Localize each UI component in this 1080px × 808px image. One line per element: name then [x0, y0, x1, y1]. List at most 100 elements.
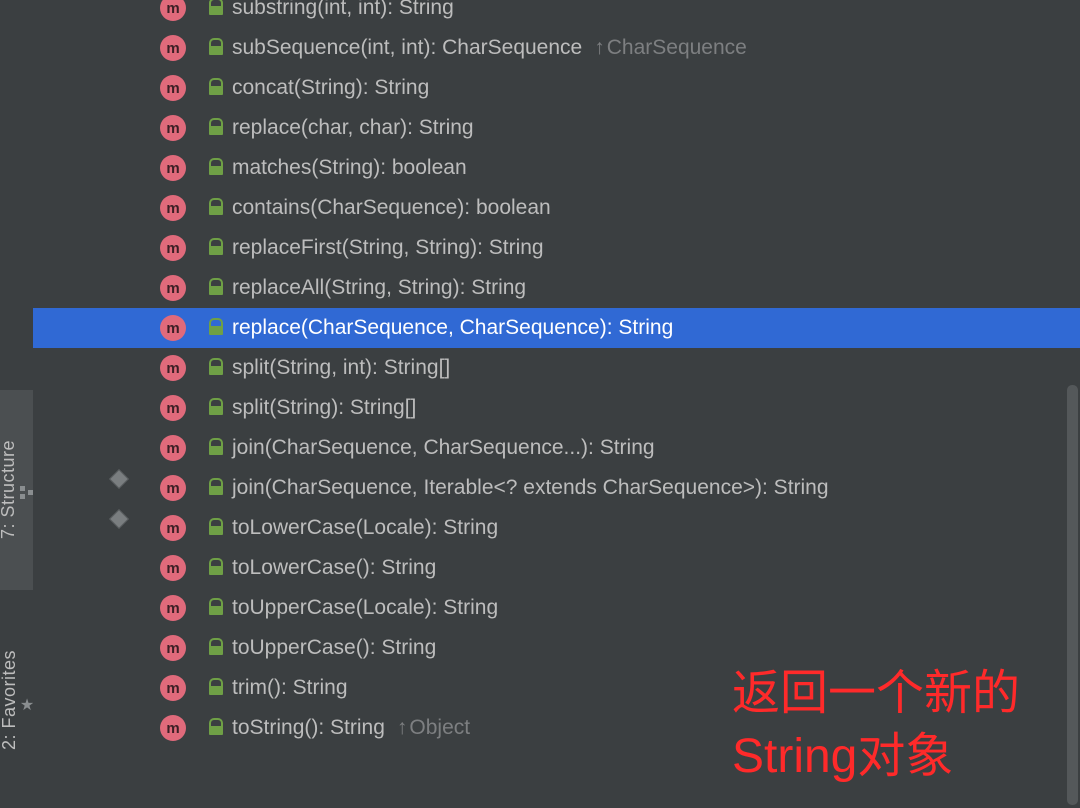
method-icon: m	[160, 275, 186, 301]
scrollbar-thumb[interactable]	[1067, 385, 1078, 805]
public-lock-icon	[208, 280, 224, 296]
method-signature: trim(): String	[232, 676, 348, 700]
public-lock-icon	[208, 200, 224, 216]
method-row[interactable]: m matches(String): boolean	[33, 148, 1080, 188]
method-signature: join(CharSequence, CharSequence...): Str…	[232, 436, 655, 460]
method-icon: m	[160, 675, 186, 701]
public-lock-icon	[208, 360, 224, 376]
method-icon: m	[160, 115, 186, 141]
public-lock-icon	[208, 320, 224, 336]
method-row[interactable]: m replace(char, char): String	[33, 108, 1080, 148]
modifier-slot	[194, 155, 200, 181]
favorites-label: 2: Favorites	[0, 650, 20, 750]
method-signature: matches(String): boolean	[232, 156, 467, 180]
annotation-line: 返回一个新的	[732, 663, 1020, 725]
method-row[interactable]: m split(String): String[]	[33, 388, 1080, 428]
modifier-slot	[194, 675, 200, 701]
method-icon: m	[160, 75, 186, 101]
method-row[interactable]: m replace(CharSequence, CharSequence): St…	[33, 308, 1080, 348]
modifier-slot	[194, 395, 200, 421]
method-signature: toString(): String	[232, 716, 385, 740]
method-list[interactable]: m substring(int, int): String m subSequence…	[33, 0, 1080, 748]
method-row[interactable]: m replaceAll(String, String): String	[33, 268, 1080, 308]
method-icon: m	[160, 715, 186, 741]
public-lock-icon	[208, 40, 224, 56]
method-row[interactable]: mtoUpperCase(): String	[33, 628, 1080, 668]
modifier-slot	[194, 35, 200, 61]
method-icon: m	[160, 435, 186, 461]
method-row[interactable]: m subSequence(int, int): CharSequence Char…	[33, 28, 1080, 68]
method-signature: join(CharSequence, Iterable<? extends Ch…	[232, 476, 829, 500]
method-icon: m	[160, 155, 186, 181]
inherited-from: CharSequence	[594, 36, 747, 60]
modifier-slot	[194, 0, 200, 21]
modifier-slot	[194, 115, 200, 141]
public-lock-icon	[208, 600, 224, 616]
method-row[interactable]: m replaceFirst(String, String): String	[33, 228, 1080, 268]
method-signature: split(String, int): String[]	[232, 356, 450, 380]
method-signature: split(String): String[]	[232, 396, 416, 420]
method-icon: m	[160, 315, 186, 341]
method-signature: replaceAll(String, String): String	[232, 276, 526, 300]
method-signature: replace(CharSequence, CharSequence): Str…	[232, 316, 673, 340]
modifier-slot	[194, 435, 200, 461]
method-icon: m	[160, 395, 186, 421]
modifier-slot	[194, 315, 200, 341]
method-signature: concat(String): String	[232, 76, 429, 100]
modifier-slot	[194, 715, 200, 741]
method-row[interactable]: mtoLowerCase(): String	[33, 548, 1080, 588]
method-icon: m	[160, 195, 186, 221]
modifier-slot	[194, 475, 200, 501]
modifier-slot	[194, 595, 200, 621]
public-lock-icon	[208, 480, 224, 496]
modifier-slot	[194, 75, 200, 101]
public-lock-icon	[208, 440, 224, 456]
method-row[interactable]: m join(CharSequence, CharSequence...): St…	[33, 428, 1080, 468]
method-row[interactable]: m substring(int, int): String	[33, 0, 1080, 28]
public-lock-icon	[208, 680, 224, 696]
method-row[interactable]: m toUpperCase(Locale): String	[33, 588, 1080, 628]
public-lock-icon	[208, 240, 224, 256]
public-lock-icon	[208, 560, 224, 576]
public-lock-icon	[208, 720, 224, 736]
method-icon: m	[160, 35, 186, 61]
public-lock-icon	[208, 0, 224, 16]
public-lock-icon	[208, 160, 224, 176]
public-lock-icon	[208, 80, 224, 96]
structure-label: 7: Structure	[0, 440, 19, 539]
method-signature: substring(int, int): String	[232, 0, 454, 20]
structure-panel: m substring(int, int): String m subSequence…	[33, 0, 1080, 808]
method-row[interactable]: m contains(CharSequence): boolean	[33, 188, 1080, 228]
modifier-slot	[194, 515, 200, 541]
method-signature: toUpperCase(Locale): String	[232, 596, 498, 620]
inherited-from: Object	[397, 716, 470, 740]
tool-window-strip: 7: Structure 2: Favorites ★	[0, 0, 33, 808]
method-icon: m	[160, 595, 186, 621]
method-icon: m	[160, 235, 186, 261]
favorites-tool-button[interactable]: 2: Favorites ★	[0, 600, 33, 800]
method-signature: toUpperCase(): String	[232, 636, 436, 660]
method-signature: replace(char, char): String	[232, 116, 474, 140]
method-icon: m	[160, 0, 186, 21]
method-row[interactable]: mtoLowerCase(Locale): String	[33, 508, 1080, 548]
modifier-slot	[194, 235, 200, 261]
method-icon: m	[160, 355, 186, 381]
method-signature: replaceFirst(String, String): String	[232, 236, 544, 260]
annotation-overlay: 返回一个新的 String对象	[732, 663, 1020, 788]
method-row[interactable]: m concat(String): String	[33, 68, 1080, 108]
public-lock-icon	[208, 520, 224, 536]
app-root: 7: Structure 2: Favorites ★ m substring(i…	[0, 0, 1080, 808]
method-signature: subSequence(int, int): CharSequence	[232, 36, 582, 60]
public-lock-icon	[208, 400, 224, 416]
modifier-slot	[194, 635, 200, 661]
modifier-slot	[194, 355, 200, 381]
public-lock-icon	[208, 640, 224, 656]
method-icon: m	[160, 475, 186, 501]
method-row[interactable]: m join(CharSequence, Iterable<? extends C…	[33, 468, 1080, 508]
method-signature: contains(CharSequence): boolean	[232, 196, 551, 220]
method-signature: toLowerCase(Locale): String	[232, 516, 498, 540]
structure-tool-button[interactable]: 7: Structure	[0, 390, 33, 590]
method-icon: m	[160, 555, 186, 581]
method-row[interactable]: m split(String, int): String[]	[33, 348, 1080, 388]
modifier-slot	[194, 275, 200, 301]
